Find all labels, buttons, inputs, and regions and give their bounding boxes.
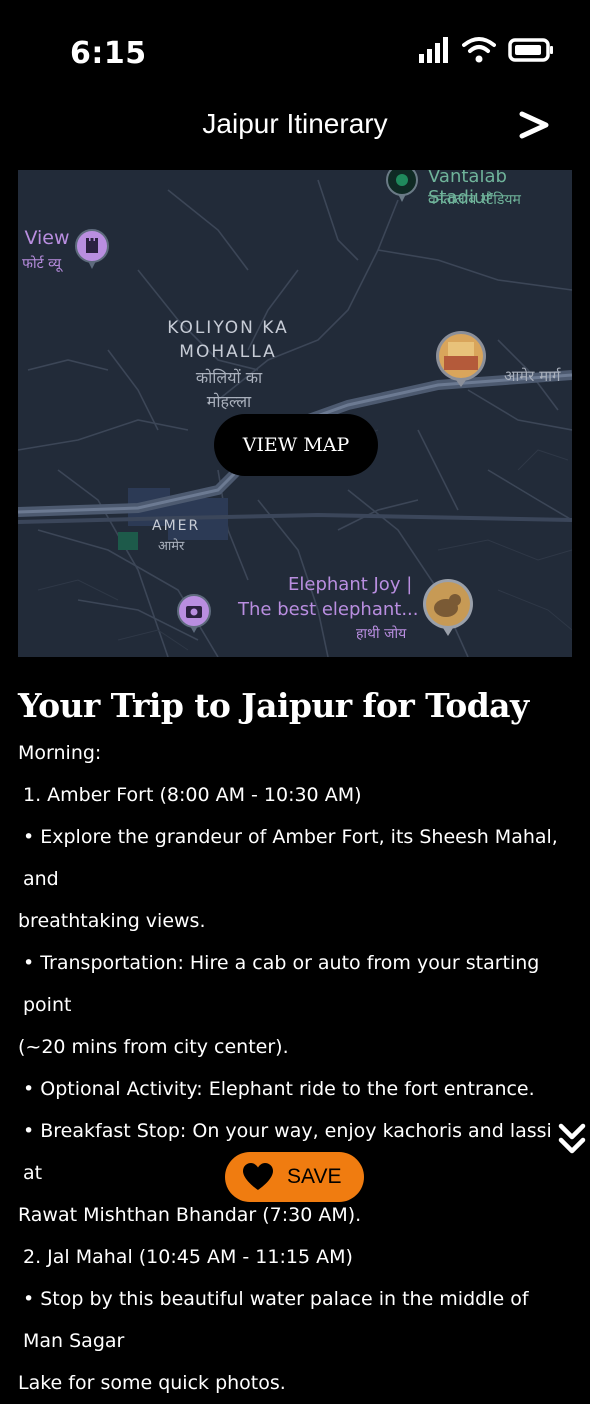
view-map-button[interactable]: VIEW MAP [214, 414, 378, 476]
itinerary-line: breathtaking views. [18, 910, 206, 932]
map-label-view-hindi: र फोर्ट व्यू [18, 256, 62, 272]
itinerary-text: Morning: 1. Amber Fort (8:00 AM - 10:30 … [18, 732, 574, 1404]
signal-icon [419, 37, 448, 63]
camera-pin-icon[interactable] [176, 594, 212, 634]
itinerary-line: Morning: [18, 742, 102, 764]
itinerary-line: • Stop by this beautiful water palace in… [23, 1288, 529, 1352]
trip-title: Your Trip to Jaipur for Today [18, 686, 529, 725]
itinerary-line: • Transportation: Hire a cab or auto fro… [23, 952, 540, 1016]
status-time: 6:15 [70, 36, 147, 71]
palace-photo-pin-icon[interactable] [434, 330, 488, 388]
map-label-area-koliyon-hindi: कोलियों का मोहल्ला [184, 366, 274, 414]
map-label-area-line1: KOLIYON KA [167, 318, 289, 338]
itinerary-line: 2. Jal Mahal (10:45 AM - 11:15 AM) [23, 1246, 353, 1268]
app-header: Jaipur Itinerary [0, 98, 590, 154]
itinerary-line: Lake for some quick photos. [18, 1372, 286, 1394]
save-button-label: SAVE [287, 1165, 342, 1188]
map-label-area-hindi-line2: मोहल्ला [206, 392, 252, 411]
status-icons [418, 36, 554, 64]
map-label-elephant-hindi: हाथी जोय [356, 626, 407, 642]
map-label-amer: AMER [152, 518, 201, 534]
fort-pin-icon[interactable] [74, 228, 110, 270]
wifi-icon [462, 37, 496, 63]
itinerary-line: • Explore the grandeur of Amber Fort, it… [23, 826, 558, 890]
itinerary-line: (~20 mins from city center). [18, 1036, 289, 1058]
heart-icon [243, 1163, 273, 1190]
itinerary-line: 1. Amber Fort (8:00 AM - 10:30 AM) [23, 784, 362, 806]
map-label-amer-hindi: आमेर [158, 539, 185, 554]
map-preview[interactable]: Vantalab Stadiur वनतालाब स्टेडियम : View… [18, 170, 572, 657]
map-label-area-koliyon: KOLIYON KA MOHALLA [158, 316, 298, 364]
battery-icon [508, 38, 553, 62]
status-bar: 6:15 [0, 0, 590, 100]
save-button[interactable]: SAVE [225, 1152, 364, 1202]
elephant-photo-pin-icon[interactable] [422, 578, 474, 638]
page-title: Jaipur Itinerary [202, 108, 388, 139]
map-label-elephant-line1: Elephant Joy | [288, 574, 413, 595]
map-label-area-line2: MOHALLA [179, 342, 277, 362]
map-label-elephant-line2: The best elephant... [238, 599, 419, 620]
map-label-view: : View [18, 227, 70, 249]
stadium-pin-icon[interactable] [384, 170, 420, 204]
map-label-stadium-hindi: वनतालाब स्टेडियम [428, 192, 521, 208]
forward-arrow-icon[interactable] [518, 110, 550, 140]
itinerary-line: • Optional Activity: Elephant ride to th… [23, 1078, 535, 1100]
map-label-road: आमेर मार्ग [504, 367, 561, 385]
double-chevron-down-icon[interactable] [558, 1122, 586, 1158]
map-label-area-hindi-line1: कोलियों का [195, 368, 263, 387]
